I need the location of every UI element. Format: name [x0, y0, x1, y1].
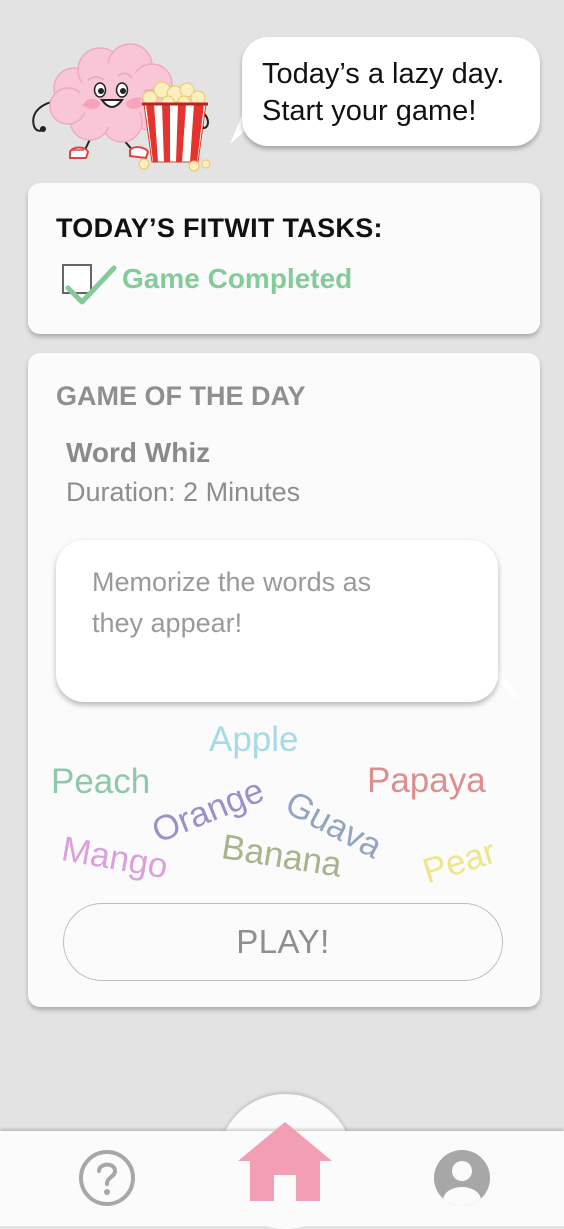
- game-name: Word Whiz: [66, 437, 211, 468]
- play-button[interactable]: PLAY!: [63, 903, 503, 981]
- tasks-card: TODAY’S FITWIT TASKS: Game Completed: [28, 183, 540, 334]
- speech-line: Today’s a lazy day.: [262, 58, 505, 90]
- game-heading: GAME OF THE DAY: [56, 381, 306, 411]
- word-papaya: Papaya: [367, 761, 486, 800]
- mascot-speech-text: Today’s a lazy day. Start your game!: [262, 56, 532, 130]
- word-peach: Peach: [51, 762, 151, 801]
- brain-mascot-illustration: [32, 43, 211, 172]
- checkmark-icon: [65, 265, 117, 305]
- instruction-line: they appear!: [92, 608, 243, 638]
- word-pear: Pear: [418, 832, 501, 892]
- game-duration: Duration: 2 Minutes: [66, 477, 301, 507]
- task-checkbox[interactable]: [62, 264, 117, 305]
- profile-icon[interactable]: [432, 1148, 492, 1208]
- word-apple: Apple: [209, 720, 299, 759]
- speech-line: Start your game!: [262, 95, 477, 127]
- instruction-text: Memorize the words as they appear!: [92, 562, 462, 644]
- mascot-speech-bubble: Today’s a lazy day. Start your game!: [242, 37, 540, 146]
- instruction-line: Memorize the words as: [92, 567, 372, 597]
- word-mango: Mango: [58, 829, 171, 887]
- task-label: Game Completed: [122, 263, 353, 294]
- help-icon[interactable]: [78, 1149, 136, 1207]
- game-card: GAME OF THE DAY Word Whiz Duration: 2 Mi…: [28, 353, 540, 1007]
- instruction-bubble: Memorize the words as they appear!: [56, 540, 498, 702]
- home-icon[interactable]: [236, 1119, 334, 1203]
- tasks-title: TODAY’S FITWIT TASKS:: [56, 213, 383, 243]
